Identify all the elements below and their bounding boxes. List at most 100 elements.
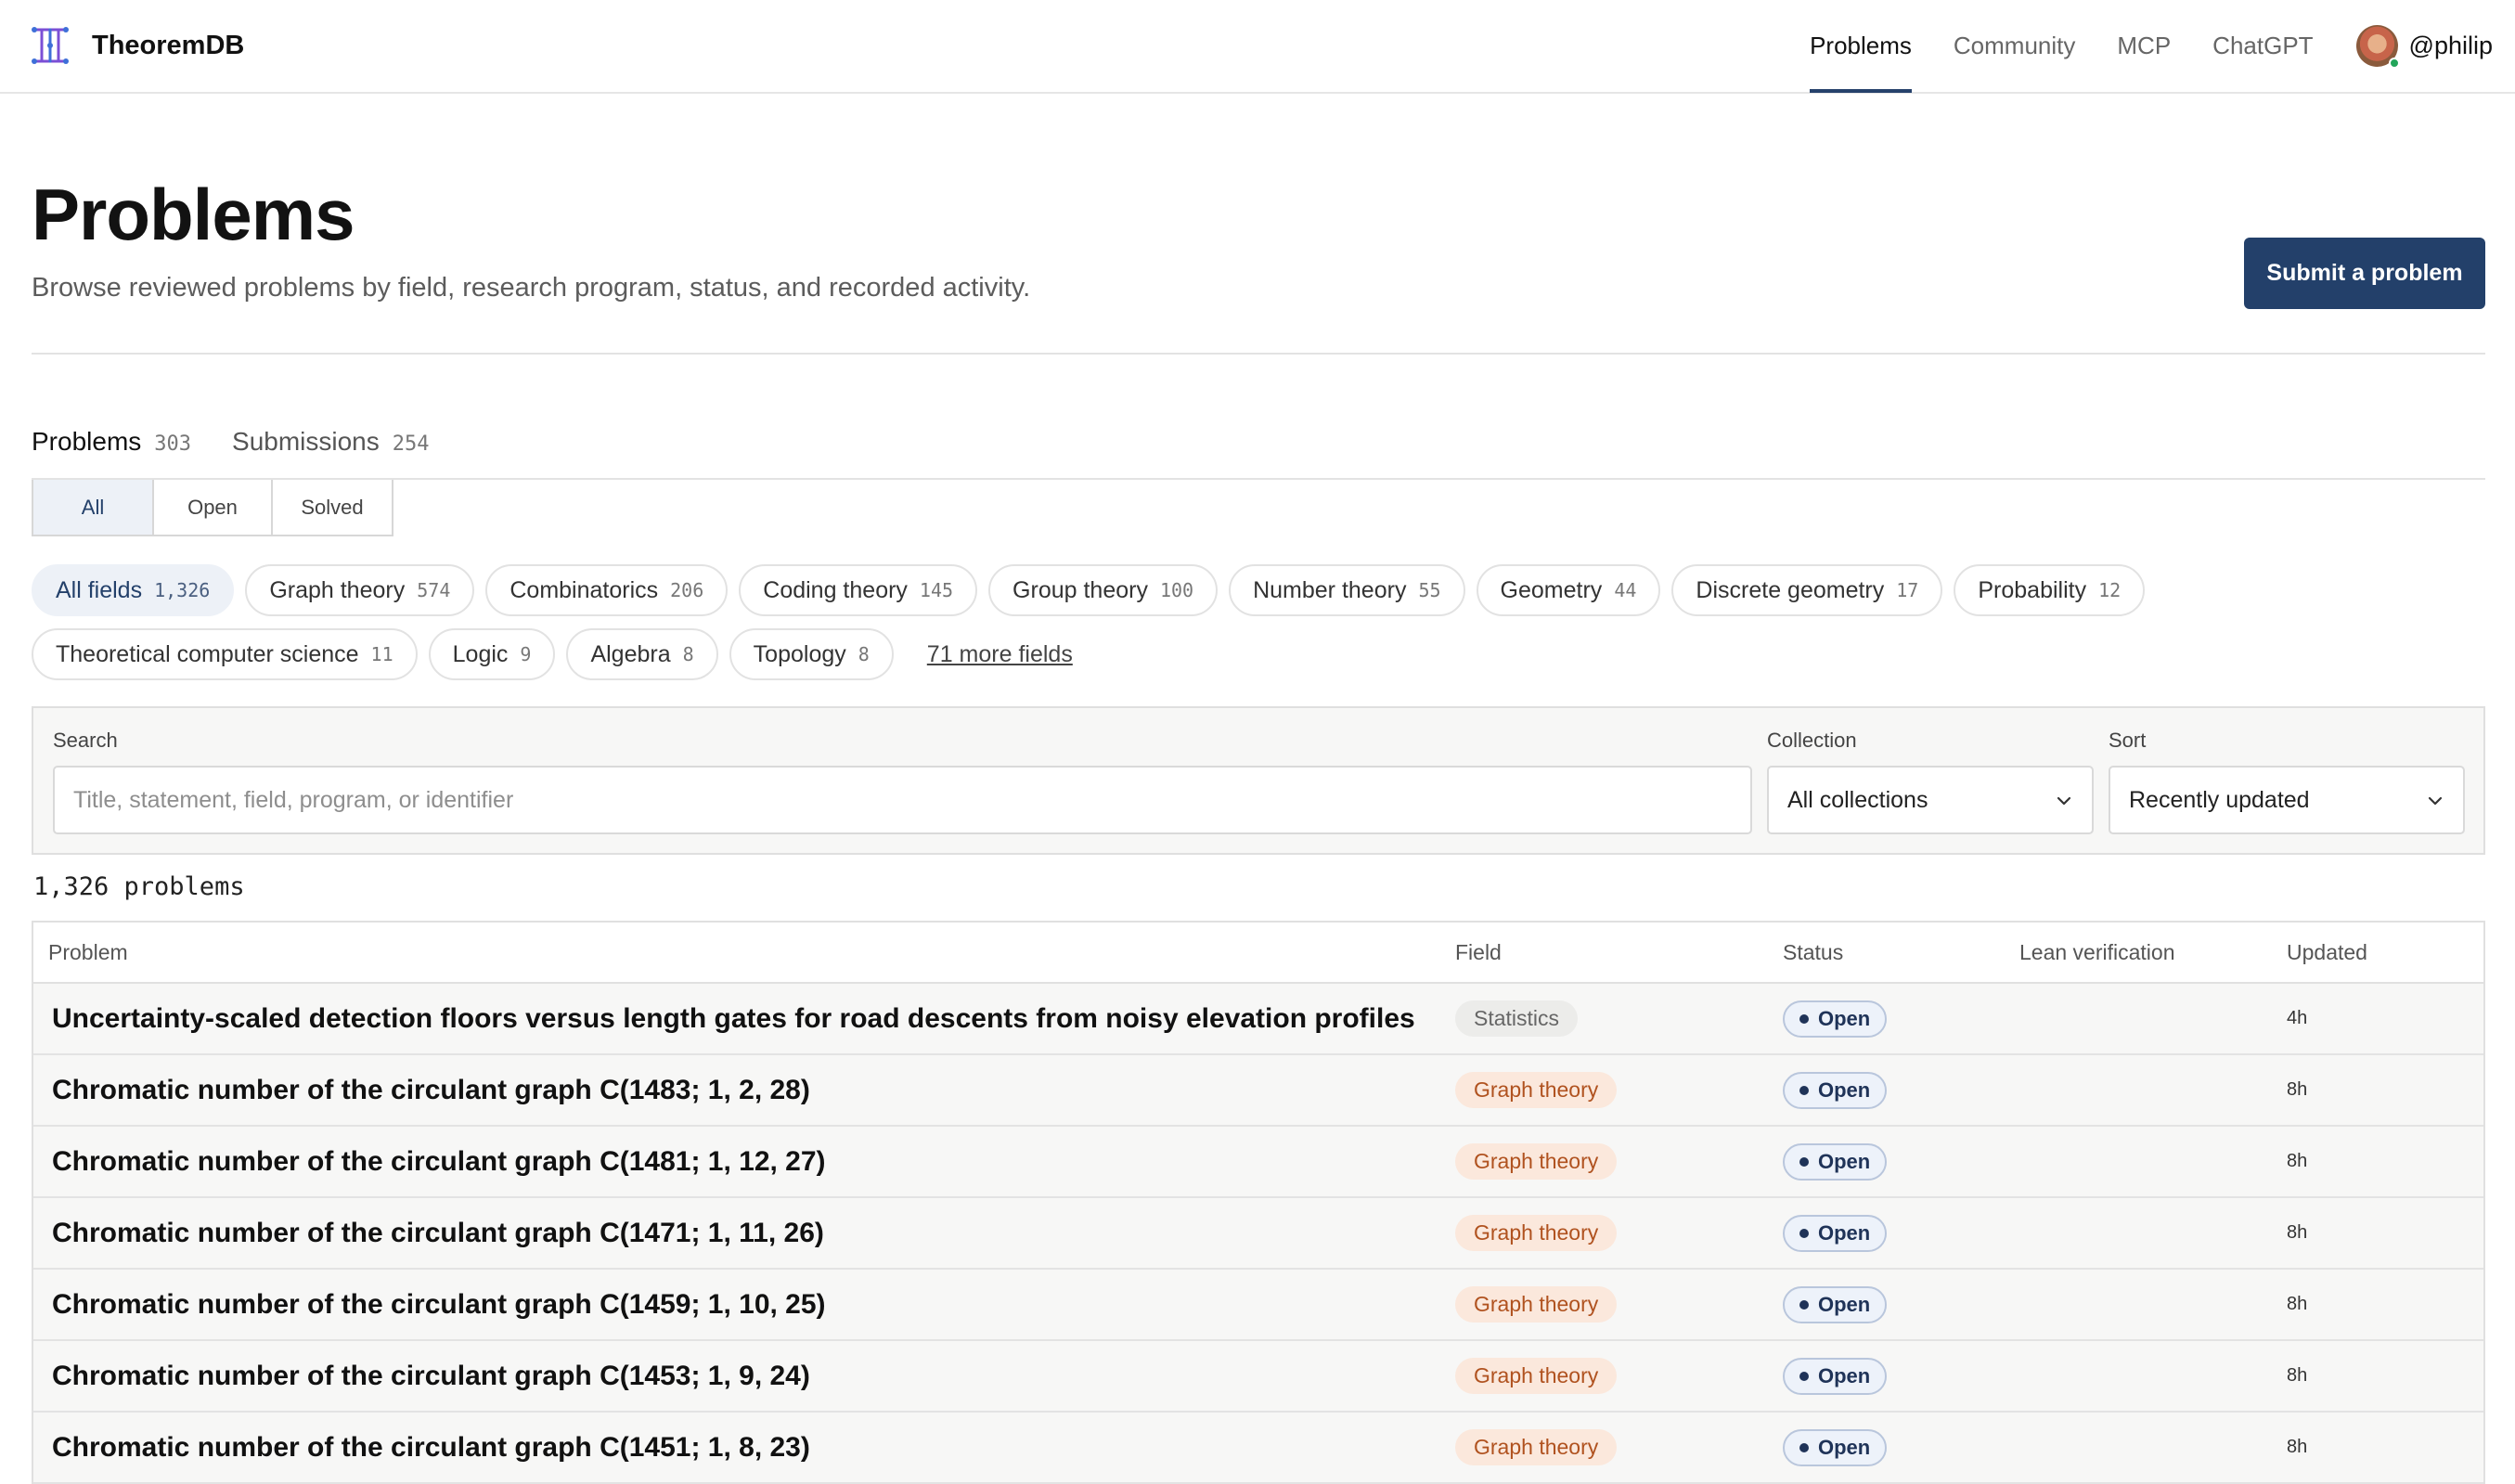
page-title: Problems — [32, 174, 355, 255]
status-dot-icon — [1799, 1085, 1809, 1095]
col-status[interactable]: Status — [1783, 940, 2019, 965]
status-all-button[interactable]: All — [33, 480, 154, 535]
chip-count: 12 — [2098, 579, 2122, 601]
theorem-logo-icon — [32, 27, 69, 64]
chip-label: Combinatorics — [509, 576, 659, 603]
nav-problems[interactable]: Problems — [1810, 0, 1912, 93]
col-field[interactable]: Field — [1455, 940, 1783, 965]
tab-problems[interactable]: Problems 303 — [32, 408, 192, 486]
updated-time: 8h — [2287, 1294, 2308, 1314]
col-lean[interactable]: Lean verification — [2019, 940, 2287, 965]
table-row[interactable]: Chromatic number of the circulant graph … — [33, 1413, 2483, 1484]
table-row[interactable]: Uncertainty-scaled detection floors vers… — [33, 984, 2483, 1055]
field-chip-coding-theory[interactable]: Coding theory 145 — [739, 564, 978, 616]
status-label: Open — [1818, 1006, 1871, 1030]
chip-count: 17 — [1896, 579, 1919, 601]
table-row[interactable]: Chromatic number of the circulant graph … — [33, 1127, 2483, 1198]
tab-label: Problems — [32, 427, 142, 456]
result-count: 1,326 problems — [33, 872, 245, 901]
status-dot-icon — [1799, 1013, 1809, 1024]
more-fields-link[interactable]: 71 more fields — [927, 641, 1073, 668]
online-status-icon — [2388, 58, 2400, 69]
chip-label: Algebra — [590, 640, 671, 667]
col-problem[interactable]: Problem — [33, 940, 1455, 965]
table-row[interactable]: Chromatic number of the circulant graph … — [33, 1055, 2483, 1127]
chip-count: 8 — [682, 643, 694, 665]
status-badge: Open — [1783, 1214, 1888, 1252]
chip-count: 206 — [670, 579, 704, 601]
tab-submissions[interactable]: Submissions 254 — [232, 408, 429, 479]
updated-time: 8h — [2287, 1151, 2308, 1171]
problem-title[interactable]: Chromatic number of the circulant graph … — [52, 1218, 824, 1248]
search-label: Search — [53, 729, 118, 752]
field-chip-all[interactable]: All fields 1,326 — [32, 564, 235, 616]
brand-name: TheoremDB — [92, 30, 245, 60]
status-solved-button[interactable]: Solved — [273, 480, 392, 535]
updated-time: 8h — [2287, 1365, 2308, 1386]
status-label: Open — [1818, 1220, 1871, 1245]
field-chip-discrete-geometry[interactable]: Discrete geometry 17 — [1671, 564, 1943, 616]
status-label: Open — [1818, 1078, 1871, 1102]
field-chips: All fields 1,326 Graph theory 574 Combinat… — [32, 564, 2259, 692]
user-menu[interactable]: @philip — [2355, 25, 2493, 69]
status-dot-icon — [1799, 1228, 1809, 1238]
collection-select[interactable]: All collections — [1767, 766, 2094, 834]
table-row[interactable]: Chromatic number of the circulant graph … — [33, 1270, 2483, 1341]
main-nav: Problems Community MCP ChatGPT @philip — [1768, 0, 2493, 93]
sort-select[interactable]: Recently updated — [2109, 766, 2465, 834]
chip-label: Geometry — [1500, 576, 1603, 603]
problem-title[interactable]: Chromatic number of the circulant graph … — [52, 1432, 810, 1463]
nav-mcp[interactable]: MCP — [2117, 0, 2171, 92]
field-chip-tcs[interactable]: Theoretical computer science 11 — [32, 628, 418, 680]
field-chip-row: All fields 1,326 Graph theory 574 Combinat… — [32, 564, 2259, 616]
nav-community[interactable]: Community — [1954, 0, 2075, 92]
field-badge: Graph theory — [1455, 1286, 1618, 1323]
updated-time: 8h — [2287, 1222, 2308, 1243]
field-chip-probability[interactable]: Probability 12 — [1954, 564, 2146, 616]
status-open-button[interactable]: Open — [154, 480, 273, 535]
field-chip-number-theory[interactable]: Number theory 55 — [1229, 564, 1465, 616]
top-bar: TheoremDB Problems Community MCP ChatGPT… — [0, 0, 2515, 94]
chip-count: 11 — [370, 643, 393, 665]
field-chip-topology[interactable]: Topology 8 — [729, 628, 894, 680]
field-chip-graph-theory[interactable]: Graph theory 574 — [245, 564, 475, 616]
field-chip-logic[interactable]: Logic 9 — [428, 628, 556, 680]
field-badge: Graph theory — [1455, 1215, 1618, 1251]
table-header: Problem Field Status Lean verification U… — [33, 923, 2483, 984]
field-chip-row: Theoretical computer science 11 Logic 9 Al… — [32, 628, 2259, 680]
problem-title[interactable]: Chromatic number of the circulant graph … — [52, 1289, 826, 1320]
status-badge: Open — [1783, 1357, 1888, 1395]
col-updated[interactable]: Updated — [2287, 940, 2482, 965]
page-subtitle: Browse reviewed problems by field, resea… — [32, 273, 1031, 303]
search-input[interactable] — [73, 786, 1732, 814]
chip-count: 9 — [520, 643, 532, 665]
nav-chatgpt[interactable]: ChatGPT — [2212, 0, 2313, 92]
chip-label: Topology — [753, 640, 846, 667]
tabs-divider — [32, 478, 2485, 480]
search-field — [53, 766, 1752, 834]
field-badge: Graph theory — [1455, 1143, 1618, 1180]
status-label: Open — [1818, 1363, 1871, 1387]
status-dot-icon — [1799, 1299, 1809, 1310]
problem-title[interactable]: Chromatic number of the circulant graph … — [52, 1075, 810, 1105]
table-row[interactable]: Chromatic number of the circulant graph … — [33, 1198, 2483, 1270]
field-chip-combinatorics[interactable]: Combinatorics 206 — [485, 564, 729, 616]
divider — [32, 353, 2485, 355]
chip-label: Logic — [452, 640, 509, 667]
brand[interactable]: TheoremDB — [31, 22, 244, 69]
field-chip-algebra[interactable]: Algebra 8 — [566, 628, 718, 680]
problem-title[interactable]: Chromatic number of the circulant graph … — [52, 1146, 826, 1177]
problem-title[interactable]: Uncertainty-scaled detection floors vers… — [52, 1003, 1415, 1034]
table-row[interactable]: Chromatic number of the circulant graph … — [33, 1341, 2483, 1413]
chevron-down-icon — [2057, 796, 2071, 806]
chip-count: 574 — [417, 579, 451, 601]
field-chip-geometry[interactable]: Geometry 44 — [1476, 564, 1661, 616]
status-label: Open — [1818, 1435, 1871, 1459]
chip-label: Theoretical computer science — [56, 640, 359, 667]
field-chip-group-theory[interactable]: Group theory 100 — [988, 564, 1219, 616]
problem-title[interactable]: Chromatic number of the circulant graph … — [52, 1361, 810, 1391]
chevron-down-icon — [2428, 796, 2443, 806]
submit-problem-button[interactable]: Submit a problem — [2244, 238, 2485, 309]
sort-value: Recently updated — [2129, 786, 2310, 813]
field-badge: Statistics — [1455, 1000, 1579, 1037]
